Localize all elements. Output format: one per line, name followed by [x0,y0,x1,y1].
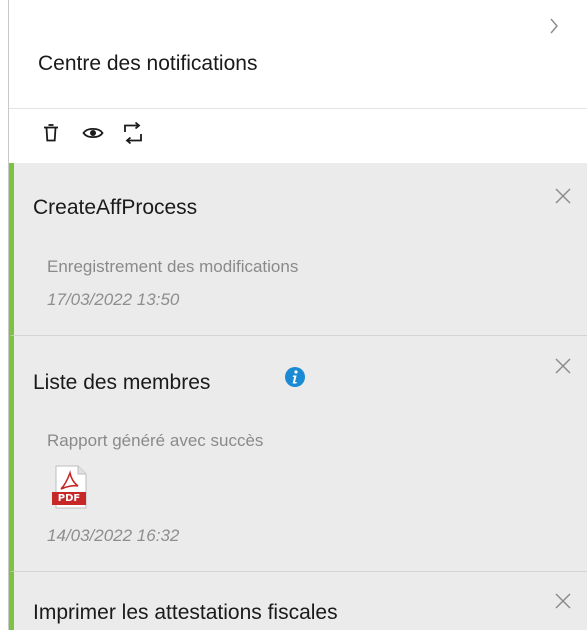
notification-message: Enregistrement des modifications [47,257,299,276]
notification-list: CreateAffProcess Enregistrement des modi… [9,163,587,630]
close-icon [555,358,571,374]
trash-icon [44,124,58,142]
close-notification-button[interactable] [554,357,572,375]
notification-toolbar [9,109,587,163]
eye-icon [82,127,104,139]
notification-card: Liste des membres Rapport généré avec su… [9,336,587,572]
notification-title: CreateAffProcess [33,196,198,219]
mark-all-read-button[interactable] [81,121,105,145]
refresh-icon [124,121,142,145]
notification-date: 17/03/2022 13:50 [47,290,180,309]
delete-all-button[interactable] [39,121,63,145]
close-notification-button[interactable] [554,592,572,610]
notification-title: Liste des membres [33,371,211,394]
notification-title: Imprimer les attestations fiscales [33,601,338,624]
chevron-right-icon [550,18,558,34]
page-title: Centre des notifications [38,52,258,75]
notification-panel: Centre des notifications CreateAffProces… [8,0,587,630]
close-icon [555,188,571,204]
close-notification-button[interactable] [554,187,572,205]
info-icon[interactable] [285,367,305,387]
notification-card: CreateAffProcess Enregistrement des modi… [9,163,587,336]
notification-message: Rapport généré avec succès [47,431,264,450]
collapse-panel-button[interactable] [546,16,562,36]
notification-card: Imprimer les attestations fiscales [9,572,587,630]
refresh-button[interactable] [121,121,145,145]
pdf-attachment[interactable]: PDF [50,465,90,509]
notification-date: 14/03/2022 16:32 [47,526,180,545]
close-icon [555,593,571,609]
panel-header: Centre des notifications [9,0,587,109]
pdf-label: PDF [57,493,81,504]
